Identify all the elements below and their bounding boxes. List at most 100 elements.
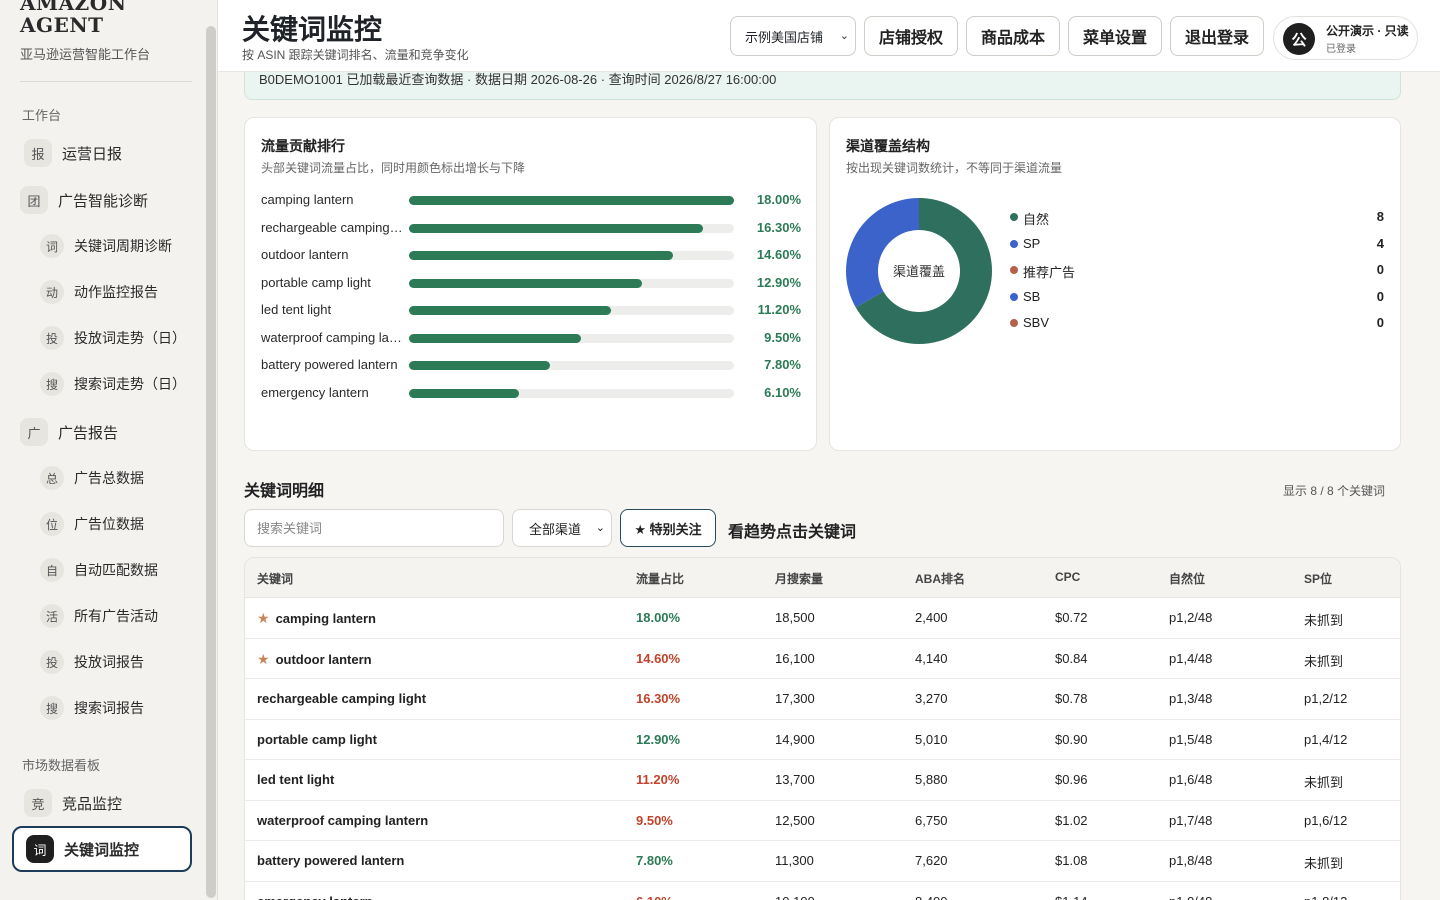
- col-volume[interactable]: 月搜索量: [775, 570, 823, 587]
- sidebar-item-ad-report[interactable]: 广广告报告: [8, 412, 188, 452]
- bar-row[interactable]: rechargeable camping light 16.30%: [261, 218, 801, 238]
- keyword-table: 关键词 流量占比 月搜索量 ABA排名 CPC 自然位 SP位 ★ camping…: [244, 557, 1401, 900]
- sidebar-item-label: 广告总数据: [74, 470, 144, 486]
- table-row[interactable]: battery powered lantern 7.80% 11,300 7,620 $…: [245, 841, 1400, 882]
- legend-value: 0: [1376, 315, 1384, 330]
- store-auth-button[interactable]: 店铺授权: [864, 16, 958, 56]
- table-row[interactable]: rechargeable camping light 16.30% 17,300 3,…: [245, 679, 1400, 720]
- cell-sp: 未抓到: [1304, 775, 1344, 790]
- table-row[interactable]: emergency lantern 6.10% 10,100 8,490 $1.14 p1…: [245, 882, 1400, 900]
- sidebar-item-action-monitor[interactable]: 动动作监控报告: [12, 273, 192, 311]
- col-sp[interactable]: SP位: [1304, 570, 1332, 587]
- cell-cpc: $0.72: [1055, 610, 1088, 625]
- logout-button[interactable]: 退出登录: [1170, 16, 1264, 56]
- cell-share: 7.80%: [636, 853, 673, 868]
- chevron-down-icon: ⌄: [839, 30, 849, 42]
- bar-label: rechargeable camping light: [261, 219, 403, 235]
- bar-row[interactable]: camping lantern 18.00%: [261, 190, 801, 210]
- cell-keyword[interactable]: battery powered lantern: [257, 853, 404, 868]
- cell-share: 16.30%: [636, 691, 681, 706]
- star-icon[interactable]: ★: [257, 610, 270, 626]
- bar-row[interactable]: battery powered lantern 7.80%: [261, 355, 801, 375]
- legend-label: SBV: [1023, 315, 1050, 330]
- col-aba[interactable]: ABA排名: [915, 570, 965, 587]
- cell-keyword[interactable]: led tent light: [257, 772, 334, 787]
- cell-share: 11.20%: [636, 772, 680, 787]
- col-share[interactable]: 流量占比: [636, 570, 684, 587]
- store-select[interactable]: 示例美国店铺 ⌄: [730, 16, 856, 56]
- sidebar-item-competitor[interactable]: 竞竞品监控: [12, 783, 192, 823]
- sidebar-item-search-report[interactable]: 搜搜索词报告: [12, 689, 192, 727]
- divider: [20, 81, 192, 82]
- cell-organic: p1,4/48: [1169, 650, 1213, 666]
- sidebar-item-ad-total[interactable]: 总广告总数据: [12, 459, 192, 497]
- donut-slice[interactable]: [846, 198, 919, 308]
- table-row[interactable]: ★ camping lantern 18.00% 18,500 2,400 $0.72 p1…: [245, 598, 1400, 639]
- page-subtitle: 按 ASIN 跟踪关键词排名、流量和竞争变化: [242, 48, 469, 62]
- bar-row[interactable]: emergency lantern 6.10%: [261, 383, 801, 403]
- bar-value: 12.90%: [756, 274, 801, 290]
- bar-value: 6.10%: [764, 384, 801, 400]
- section-market: 市场数据看板: [22, 758, 101, 773]
- table-row[interactable]: led tent light 11.20% 13,700 5,880 $0.96 p1,6…: [245, 760, 1400, 801]
- table-header: 关键词 流量占比 月搜索量 ABA排名 CPC 自然位 SP位: [245, 558, 1400, 598]
- sidebar-item-ad-diagnosis[interactable]: 团广告智能诊断: [8, 180, 188, 220]
- bar-value: 14.60%: [756, 247, 801, 262]
- cell-keyword[interactable]: ★ camping lantern: [257, 610, 376, 627]
- channel-filter-select[interactable]: 全部渠道 ⌄: [512, 509, 612, 547]
- sidebar-item-search-trend[interactable]: 搜搜索词走势（日）: [12, 365, 192, 403]
- cell-share: 14.60%: [636, 650, 681, 666]
- col-keyword[interactable]: 关键词: [257, 570, 293, 587]
- bar-label: waterproof camping lantern: [261, 329, 403, 345]
- cell-volume: 10,100: [775, 894, 815, 900]
- keyword-text: camping lantern: [275, 611, 376, 626]
- sidebar-item-all-campaigns[interactable]: 活所有广告活动: [12, 597, 192, 635]
- keyword-monitor-icon: 词: [26, 835, 54, 863]
- chevron-down-icon: ⌄: [595, 522, 605, 534]
- sidebar-item-keyword-cycle[interactable]: 词关键词周期诊断: [12, 227, 192, 265]
- bar-row[interactable]: portable camp light 12.90%: [261, 273, 801, 293]
- table-row[interactable]: waterproof camping lantern 9.50% 12,500 6,7…: [245, 801, 1400, 841]
- user-menu[interactable]: 公 公开演示 · 只读 已登录: [1273, 16, 1418, 60]
- sidebar-item-ad-placement[interactable]: 位广告位数据: [12, 505, 192, 543]
- table-row[interactable]: portable camp light 12.90% 14,900 5,010 $0.9…: [245, 720, 1400, 760]
- cell-keyword[interactable]: waterproof camping lantern: [257, 813, 428, 828]
- bar-label: camping lantern: [261, 192, 354, 207]
- bar-row[interactable]: led tent light 11.20%: [261, 300, 801, 320]
- col-organic[interactable]: 自然位: [1169, 570, 1205, 587]
- legend-label: 自然: [1023, 212, 1050, 227]
- bar-value: 7.80%: [764, 357, 801, 372]
- bar-row[interactable]: outdoor lantern 14.60%: [261, 245, 801, 265]
- col-cpc[interactable]: CPC: [1055, 570, 1080, 584]
- table-row[interactable]: ★ outdoor lantern 14.60% 16,100 4,140 $0.84 p1…: [245, 639, 1400, 679]
- cell-keyword[interactable]: ★ outdoor lantern: [257, 651, 372, 668]
- user-name: 公开演示 · 只读: [1326, 24, 1409, 38]
- sidebar-item-targeting-trend[interactable]: 投投放词走势（日）: [12, 319, 192, 357]
- product-cost-button[interactable]: 商品成本: [966, 16, 1060, 56]
- favorite-filter-button[interactable]: ★ 特别关注: [620, 509, 716, 547]
- channel-coverage-card: 渠道覆盖结构 按出现关键词数统计，不等同于渠道流量 渠道覆盖 自然 8 SP 4 推荐广…: [829, 117, 1401, 451]
- sidebar-scrollbar[interactable]: [206, 26, 216, 898]
- bar-row[interactable]: waterproof camping lantern 9.50%: [261, 328, 801, 348]
- keyword-search-input[interactable]: [244, 509, 504, 547]
- sidebar-item-daily-report[interactable]: 报运营日报: [12, 133, 192, 173]
- star-icon[interactable]: ★: [257, 651, 270, 667]
- legend-dot: [1010, 213, 1018, 221]
- donut-center-label: 渠道覆盖: [893, 264, 945, 279]
- sidebar-item-label: 运营日报: [62, 145, 123, 163]
- legend-item: 推荐广告 0: [1010, 261, 1384, 281]
- bar-value: 9.50%: [764, 329, 801, 345]
- sidebar-item-auto-match[interactable]: 自自动匹配数据: [12, 551, 192, 589]
- cell-keyword[interactable]: portable camp light: [257, 732, 377, 747]
- menu-settings-button[interactable]: 菜单设置: [1068, 16, 1162, 56]
- cell-sp: p1,4/12: [1304, 731, 1348, 747]
- cell-cpc: $0.90: [1055, 731, 1088, 747]
- sidebar-item-keyword-monitor[interactable]: 词关键词监控: [12, 826, 192, 872]
- cell-keyword[interactable]: emergency lantern: [257, 894, 373, 900]
- cell-aba: 8,490: [915, 894, 948, 900]
- cell-keyword[interactable]: rechargeable camping light: [257, 691, 426, 706]
- keyword-text: battery powered lantern: [257, 853, 405, 868]
- competitor-icon: 竞: [24, 789, 52, 817]
- legend-value: 0: [1376, 288, 1384, 304]
- sidebar-item-targeting-report[interactable]: 投投放词报告: [12, 643, 192, 681]
